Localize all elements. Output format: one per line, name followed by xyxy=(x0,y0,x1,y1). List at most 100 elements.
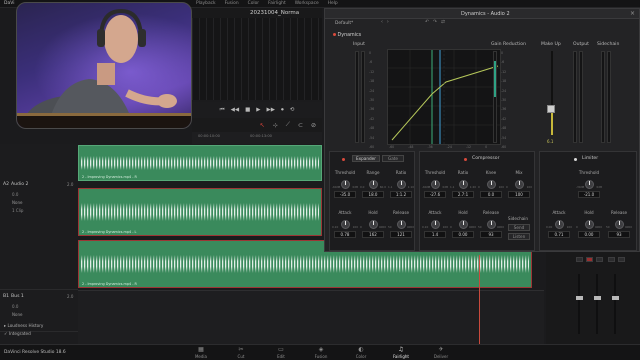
knob-label: Release xyxy=(393,210,409,215)
dynamics-titlebar[interactable]: Dynamics - Audio 2 × xyxy=(325,9,639,19)
knob-value[interactable]: -35.0 xyxy=(334,191,356,198)
app-brand: DaVinci Resolve Studio 18.6 xyxy=(4,350,66,355)
listen-button[interactable]: Listen xyxy=(508,233,530,240)
expander-enable-dot[interactable] xyxy=(342,158,345,161)
fader-handle[interactable] xyxy=(593,296,601,300)
knob-value[interactable]: 100 xyxy=(508,191,530,198)
record-arm-button[interactable] xyxy=(586,257,593,262)
range-tool-icon[interactable]: ⊹ xyxy=(273,122,278,129)
go-to-start-icon[interactable]: ⏮ xyxy=(220,107,225,114)
knob-value[interactable]: 0.00 xyxy=(578,231,600,238)
transfer-curve-graph[interactable] xyxy=(387,49,501,145)
track-header-audio2[interactable]: A2 Audio 2 2.0 0.0 None 1 Clip xyxy=(0,180,78,290)
input-header: Input xyxy=(353,42,365,47)
menu-help[interactable]: Help xyxy=(328,1,338,6)
knob-value[interactable]: -27.6 xyxy=(424,191,446,198)
gate-tab[interactable]: Gate xyxy=(382,155,404,162)
knob-range: 0 4000 xyxy=(450,225,476,229)
track-volume[interactable]: 0.0 xyxy=(12,192,18,197)
ruler-tick: 00:00:13:00 xyxy=(250,134,272,138)
loop-icon[interactable]: ⟲ xyxy=(290,107,295,113)
redo-icon[interactable]: ↷ xyxy=(433,20,437,25)
menu-playback[interactable]: Playback xyxy=(196,1,216,6)
limiter-enable-dot[interactable] xyxy=(574,158,577,161)
pointer-tool-icon[interactable]: ↖ xyxy=(260,122,265,129)
knob-value[interactable]: 0.78 xyxy=(334,231,356,238)
cut-page-icon: ✂ xyxy=(238,346,244,353)
knob-value[interactable]: -21.0 xyxy=(578,191,600,198)
fader-handle[interactable] xyxy=(611,296,619,300)
page-tab-label: Media xyxy=(194,354,207,359)
fader-handle[interactable] xyxy=(575,296,583,300)
clip-label: 2 - Improving Dynamics.mp4 - L xyxy=(82,230,137,234)
next-preset-icon[interactable]: › xyxy=(387,20,389,25)
solo-button[interactable] xyxy=(596,257,603,262)
solo-button[interactable] xyxy=(618,257,625,262)
page-tab-fairlight[interactable]: ♫ Fairlight xyxy=(386,346,416,359)
page-tab-label: Fairlight xyxy=(392,354,409,359)
knob-value[interactable]: 0.0 xyxy=(480,191,502,198)
track-input-select[interactable]: None xyxy=(12,200,52,206)
track-name[interactable]: Bus 1 xyxy=(11,294,24,299)
knob-value[interactable]: 18.0 xyxy=(362,191,384,198)
play-icon[interactable]: ▶ xyxy=(256,107,260,113)
mute-button[interactable] xyxy=(576,257,583,262)
knob-value[interactable]: 0.71 xyxy=(548,231,570,238)
menu-workspace[interactable]: Workspace xyxy=(295,1,319,6)
knob-value[interactable]: 1:1.2 xyxy=(390,191,412,198)
knob-value[interactable]: 162 xyxy=(362,231,384,238)
knob-value[interactable]: 93 xyxy=(608,231,630,238)
audio-clip[interactable]: 2 - Improving Dynamics.mp4 - L xyxy=(78,188,322,236)
close-icon[interactable]: × xyxy=(630,10,635,17)
page-tab-media[interactable]: ▦ Media xyxy=(186,346,216,359)
page-tab-color[interactable]: ◐ Color xyxy=(346,346,376,359)
compare-icon[interactable]: ⇄ xyxy=(441,20,445,25)
page-tab-cut[interactable]: ✂ Cut xyxy=(226,346,256,359)
compressor-enable-dot[interactable] xyxy=(464,158,467,161)
preset-dropdown[interactable]: Default* xyxy=(335,21,353,26)
scale-tick: -30 xyxy=(369,98,375,103)
menu-color[interactable]: Color xyxy=(248,1,259,6)
link-icon[interactable]: ⊘ xyxy=(311,122,316,129)
page-tab-deliver[interactable]: ✈ Deliver xyxy=(426,346,456,359)
knob-value[interactable]: 93 xyxy=(480,231,502,238)
stop-icon[interactable]: ■ xyxy=(245,107,250,113)
rewind-icon[interactable]: ◀◀ xyxy=(231,107,239,113)
scale-tick: -12 xyxy=(501,69,507,74)
page-tab-edit[interactable]: ▭ Edit xyxy=(266,346,296,359)
expander-tab[interactable]: Expander xyxy=(352,155,380,162)
track-volume[interactable]: 0.0 xyxy=(12,304,18,309)
record-icon[interactable]: ⏺ xyxy=(281,107,284,114)
knob-value[interactable]: 121 xyxy=(390,231,412,238)
timeline-ruler[interactable]: 00:00:10:00 00:00:13:00 xyxy=(192,132,322,144)
knob-value[interactable]: 1.4 xyxy=(424,231,446,238)
audio-clip[interactable]: 2 - Improving Dynamics.mp4 - R xyxy=(78,145,322,181)
fusion-page-icon: ◈ xyxy=(318,346,324,353)
track-input-select[interactable]: None xyxy=(12,312,52,318)
edit-page-icon: ▭ xyxy=(278,346,284,353)
knob-value[interactable]: 2.7:1 xyxy=(452,191,474,198)
enable-dot[interactable] xyxy=(333,33,336,36)
menu-fusion[interactable]: Fusion xyxy=(225,1,239,6)
knob-label: Threshold xyxy=(578,170,600,175)
knob-range: 50 4000 xyxy=(478,225,504,229)
knob-range: 0.0 60.0 xyxy=(360,185,386,189)
knob-value[interactable]: 0.00 xyxy=(452,231,474,238)
page-tab-fusion[interactable]: ◈ Fusion xyxy=(306,346,336,359)
prev-preset-icon[interactable]: ‹ xyxy=(381,20,383,25)
loudness-history-label[interactable]: ▸ Loudness History xyxy=(4,322,64,330)
snap-icon[interactable]: ⊂ xyxy=(298,122,303,129)
blade-tool-icon[interactable]: ⟋ xyxy=(286,121,290,129)
undo-icon[interactable]: ↶ xyxy=(425,20,429,25)
track-name[interactable]: Audio 2 xyxy=(11,182,28,187)
scale-tick: -6 xyxy=(369,60,373,65)
sidechain-label: Sidechain xyxy=(508,216,528,221)
preset-controls: ‹ › xyxy=(381,20,389,25)
bus-track-lane[interactable] xyxy=(78,290,544,344)
makeup-slider-handle[interactable] xyxy=(547,105,555,113)
mute-button[interactable] xyxy=(608,257,615,262)
send-button[interactable]: Send xyxy=(508,224,530,231)
fast-forward-icon[interactable]: ▶▶ xyxy=(267,107,275,113)
menu-fairlight[interactable]: Fairlight xyxy=(268,1,286,6)
playhead[interactable] xyxy=(479,255,480,345)
